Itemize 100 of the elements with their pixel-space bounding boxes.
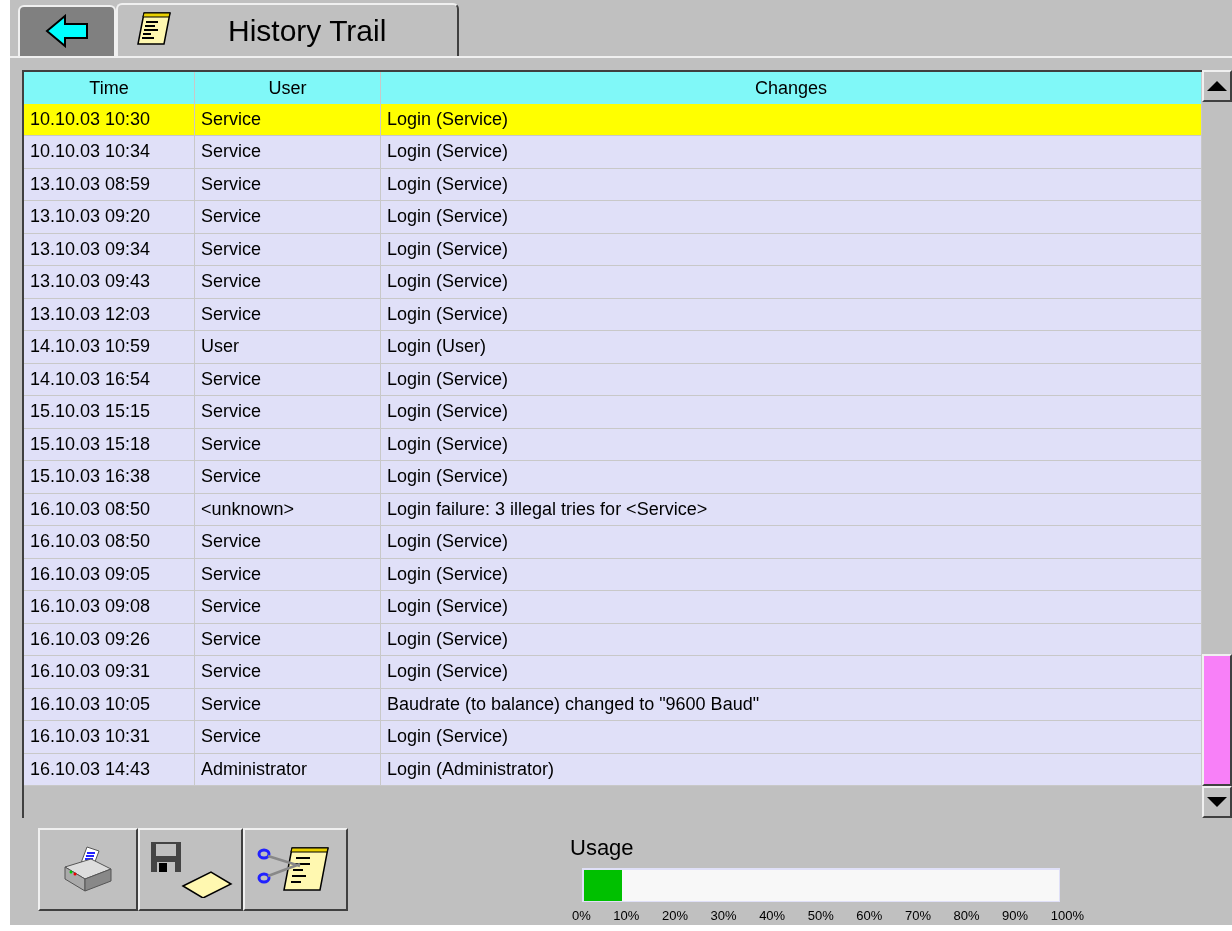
table-cell-text: Login (Service)	[387, 465, 509, 489]
table-row[interactable]: 16.10.03 14:43 Administrator Login (Administrator)	[24, 753, 1202, 786]
table-cell-text: 14.10.03 16:54	[30, 367, 151, 391]
table-cell-text: Service	[201, 725, 262, 749]
table-row[interactable]: 16.10.03 08:50 <unknown> Login failure: 3 illegal tries for <Service>	[24, 493, 1202, 526]
table-row[interactable]: 16.10.03 09:26 Service Login (Service)	[24, 623, 1202, 656]
table-cell-text: Service	[201, 627, 262, 651]
table-cell-text: Login (Service)	[387, 432, 509, 456]
scale-label: 10%	[613, 906, 640, 925]
table-cell-text: Login (Service)	[387, 530, 509, 554]
table-row[interactable]: 13.10.03 09:43 Service Login (Service)	[24, 266, 1202, 299]
table-cell-text: Service	[201, 302, 262, 326]
table-cell-text: 13.10.03 08:59	[30, 172, 151, 196]
table-cell-text: Login (Service)	[387, 562, 509, 586]
table-cell-text: Login (Administrator)	[387, 757, 555, 781]
usage-label: Usage	[570, 833, 635, 862]
floppy-disk-icon	[148, 840, 233, 898]
table-cell-text: 16.10.03 10:31	[30, 725, 151, 749]
table-cell-text: Login (Service)	[387, 237, 509, 261]
table-cell-text: Service	[201, 237, 262, 261]
table-cell-text: Service	[201, 530, 262, 554]
scale-label: 60%	[856, 906, 883, 925]
table-row[interactable]: 16.10.03 09:05 Service Login (Service)	[24, 558, 1202, 591]
table-cell-text: 16.10.03 09:26	[30, 627, 151, 651]
table-row[interactable]: 14.10.03 10:59 User Login (User)	[24, 331, 1202, 364]
column-header: User	[195, 71, 381, 104]
table-cell-text: 13.10.03 09:34	[30, 237, 151, 261]
table-cell-text: Service	[201, 205, 262, 229]
table-row[interactable]: 15.10.03 16:38 Service Login (Service)	[24, 461, 1202, 494]
table-cell-text: 13.10.03 09:20	[30, 205, 151, 229]
table-cell-text: Service	[201, 465, 262, 489]
table-cell-text: Administrator	[201, 757, 308, 781]
printer-icon	[61, 845, 115, 893]
table-cell-text: Service	[201, 432, 262, 456]
print-button[interactable]	[38, 827, 138, 911]
table-cell-text: 10.10.03 10:34	[30, 140, 151, 164]
table-cell-text: 16.10.03 08:50	[30, 530, 151, 554]
table-row[interactable]: 16.10.03 10:05 Service Baudrate (to balance) changed to "9600 Baud"	[24, 688, 1202, 721]
table-cell-text: Service	[201, 367, 262, 391]
scale-label: 30%	[710, 906, 737, 925]
save-button[interactable]	[138, 827, 243, 911]
table-row[interactable]: 13.10.03 09:20 Service Login (Service)	[24, 201, 1202, 234]
table-row[interactable]: 16.10.03 09:08 Service Login (Service)	[24, 591, 1202, 624]
scrollbar-thumb[interactable]	[1202, 653, 1232, 786]
table-cell-text: Login (Service)	[387, 205, 509, 229]
table-cell-text: Service	[201, 172, 262, 196]
column-header: Time	[24, 71, 195, 104]
table-cell-text: Login failure: 3 illegal tries for <Service>	[387, 497, 708, 521]
table-cell-text: Service	[201, 692, 262, 716]
title-tab[interactable]: History Trail	[116, 2, 459, 56]
table-cell-text: Service	[201, 140, 262, 164]
scroll-down-button[interactable]	[1202, 785, 1232, 818]
table-cell-text: Login (Service)	[387, 725, 509, 749]
table-cell-text: Login (User)	[387, 335, 487, 359]
table-cell-text: 16.10.03 14:43	[30, 757, 151, 781]
cut-history-button[interactable]	[243, 827, 348, 911]
left-arrow-icon	[45, 14, 89, 48]
table-cell-text: 15.10.03 15:18	[30, 432, 151, 456]
scale-label: 50%	[807, 906, 834, 925]
table-row[interactable]: 14.10.03 16:54 Service Login (Service)	[24, 363, 1202, 396]
table-row[interactable]: 15.10.03 15:18 Service Login (Service)	[24, 428, 1202, 461]
table-row[interactable]: 13.10.03 12:03 Service Login (Service)	[24, 298, 1202, 331]
tab-title: History Trail	[228, 12, 387, 49]
table-cell-text: Login (Service)	[387, 660, 509, 684]
table-cell-text: 15.10.03 16:38	[30, 465, 151, 489]
table-cell-text: Service	[201, 660, 262, 684]
scale-label: 40%	[759, 906, 786, 925]
table-row[interactable]: 16.10.03 09:31 Service Login (Service)	[24, 656, 1202, 689]
table-cell-text: 13.10.03 12:03	[30, 302, 151, 326]
table-cell-text: Login (Service)	[387, 140, 509, 164]
table-cell-text: Login (Service)	[387, 302, 509, 326]
table-row[interactable]: 13.10.03 08:59 Service Login (Service)	[24, 168, 1202, 201]
table-cell-text: 13.10.03 09:43	[30, 270, 151, 294]
table-row[interactable]: 10.10.03 10:30 Service Login (Service)	[24, 103, 1202, 136]
table-cell-text: 15.10.03 15:15	[30, 400, 151, 424]
table-cell-text: Login (Service)	[387, 627, 509, 651]
table-cell-text: Service	[201, 270, 262, 294]
down-arrow-icon	[1207, 796, 1227, 807]
table-cell-text: 16.10.03 09:31	[30, 660, 151, 684]
table-row[interactable]: 16.10.03 08:50 Service Login (Service)	[24, 526, 1202, 559]
table-cell-text: Login (Service)	[387, 107, 509, 131]
table-row[interactable]: 15.10.03 15:15 Service Login (Service)	[24, 396, 1202, 429]
table-cell-text: Service	[201, 595, 262, 619]
table-cell-text: 14.10.03 10:59	[30, 335, 151, 359]
table-cell-text: User	[201, 335, 239, 359]
scale-label: 80%	[953, 906, 980, 925]
scroll-up-button[interactable]	[1202, 69, 1232, 102]
table-cell-text: Login (Service)	[387, 367, 509, 391]
table-cell-text: 16.10.03 10:05	[30, 692, 151, 716]
table-cell-text: Service	[201, 107, 262, 131]
scale-label: 90%	[1002, 906, 1029, 925]
table-row[interactable]: 16.10.03 10:31 Service Login (Service)	[24, 721, 1202, 754]
back-button[interactable]	[18, 4, 116, 56]
table-cell-text: Login (Service)	[387, 595, 509, 619]
table-cell-text: Login (Service)	[387, 400, 509, 424]
scale-label: 70%	[904, 906, 931, 925]
table-cell-text: <unknown>	[201, 497, 295, 521]
table-row[interactable]: 13.10.03 09:34 Service Login (Service)	[24, 233, 1202, 266]
table-row[interactable]: 10.10.03 10:34 Service Login (Service)	[24, 136, 1202, 169]
table-cell-text: Service	[201, 562, 262, 586]
